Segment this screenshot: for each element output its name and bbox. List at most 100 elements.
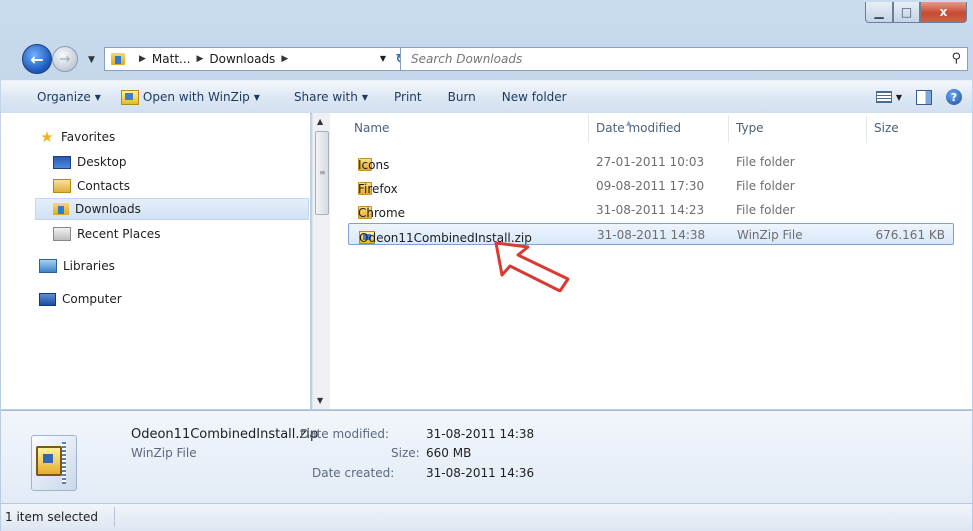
burn-label: Burn — [447, 90, 476, 104]
help-icon[interactable]: ? — [946, 89, 962, 105]
file-date: 31-08-2011 14:38 — [597, 228, 706, 242]
print-label: Print — [394, 90, 422, 104]
command-bar: Organize ▼ Open with WinZip ▼ Share with ▼ … — [1, 80, 972, 114]
nav-desktop[interactable]: Desktop — [53, 151, 127, 173]
change-view-icon[interactable] — [875, 91, 892, 103]
navigation-pane: ★ Favorites Desktop Contacts Downloads R… — [1, 113, 310, 409]
minimize-button[interactable]: ▁ — [865, 2, 893, 23]
file-type: File folder — [736, 179, 795, 193]
breadcrumb-item-downloads[interactable]: Downloads — [209, 52, 275, 66]
scroll-down-icon[interactable]: ▼ — [317, 396, 323, 405]
maximize-icon: □ — [900, 5, 913, 19]
scrollbar-thumb[interactable]: ≡ — [315, 131, 329, 215]
grip-icon: ≡ — [319, 168, 326, 177]
chevron-down-icon: ▼ — [361, 92, 368, 102]
maximize-button[interactable]: □ — [893, 2, 920, 23]
nav-libraries-label: Libraries — [63, 259, 115, 273]
file-row-icons[interactable]: Icons 27-01-2011 10:03 File folder — [348, 151, 954, 173]
nav-computer[interactable]: Computer — [39, 288, 122, 310]
scroll-up-icon[interactable]: ▲ — [317, 117, 323, 126]
column-divider[interactable] — [866, 115, 867, 143]
share-with-button[interactable]: Share with ▼ — [284, 81, 378, 113]
open-with-winzip-button[interactable]: Open with WinZip ▼ — [111, 81, 270, 113]
chevron-right-icon[interactable]: ▶ — [196, 54, 203, 64]
forward-button[interactable]: → — [52, 46, 78, 72]
new-folder-button[interactable]: New folder — [492, 81, 577, 113]
nav-downloads[interactable]: Downloads — [35, 198, 309, 220]
chevron-down-icon: ▼ — [94, 92, 101, 102]
desktop-icon — [53, 155, 71, 169]
nav-downloads-label: Downloads — [75, 202, 141, 216]
back-button[interactable]: ← — [22, 44, 52, 74]
nav-recent-places[interactable]: Recent Places — [53, 223, 160, 245]
contacts-icon — [53, 179, 71, 193]
file-row-firefox[interactable]: Firefox 09-08-2011 17:30 File folder — [348, 175, 954, 197]
caption-buttons: ▁ □ x — [865, 2, 967, 23]
minimize-icon: ▁ — [874, 5, 884, 19]
column-header-date-label: Date modified — [596, 121, 682, 135]
title-bar: ▁ □ x — [0, 0, 973, 34]
recent-places-icon — [53, 227, 71, 241]
search-input[interactable] — [409, 51, 913, 67]
status-text: 1 item selected — [5, 510, 99, 524]
details-file-name: Odeon11CombinedInstall.zip — [131, 427, 319, 442]
file-name: Firefox — [358, 182, 398, 196]
print-button[interactable]: Print — [384, 81, 432, 113]
chevron-down-icon[interactable]: ▼ — [896, 93, 902, 102]
chevron-right-icon[interactable]: ▶ — [281, 54, 288, 64]
file-row-chrome[interactable]: Chrome 31-08-2011 14:23 File folder — [348, 199, 954, 221]
details-pane: Odeon11CombinedInstall.zip WinZip File D… — [1, 410, 972, 504]
preview-pane-icon[interactable] — [916, 89, 932, 105]
file-type: File folder — [736, 203, 795, 217]
organize-button[interactable]: Organize ▼ — [27, 81, 111, 113]
close-icon: x — [939, 5, 948, 19]
search-icon[interactable]: ⚲ — [951, 51, 961, 66]
details-size-label: Size: — [391, 446, 420, 460]
column-divider[interactable] — [588, 115, 589, 143]
column-header-type[interactable]: Type — [736, 121, 764, 135]
file-name: Chrome — [358, 206, 406, 220]
address-row: ← → ▼ ▶ Matt... ▶ Downloads ▶ ▼ ↻ ⚲ — [0, 38, 973, 78]
column-header-size[interactable]: Size — [874, 121, 899, 135]
chevron-right-icon[interactable]: ▶ — [139, 54, 146, 64]
nav-favorites[interactable]: ★ Favorites — [39, 126, 115, 148]
open-with-label: Open with WinZip — [142, 90, 250, 104]
file-name: Icons — [358, 158, 390, 172]
search-box[interactable]: ⚲ — [400, 47, 968, 71]
zipper-icon — [62, 442, 66, 484]
forward-arrow-icon: → — [59, 51, 71, 67]
details-modified-value[interactable]: 31-08-2011 14:38 — [426, 427, 534, 441]
winzip-file-large-icon — [31, 435, 77, 491]
nav-libraries[interactable]: Libraries — [39, 255, 115, 277]
column-header-name[interactable]: Name — [354, 121, 389, 135]
nav-contacts[interactable]: Contacts — [53, 175, 130, 197]
nav-computer-label: Computer — [62, 292, 122, 306]
column-header-date[interactable]: Date modified ▲ — [596, 119, 682, 135]
breadcrumb: ▶ Matt... ▶ Downloads ▶ — [133, 52, 294, 66]
file-size: 676.161 KB — [875, 228, 945, 242]
details-created-value: 31-08-2011 14:36 — [426, 466, 535, 480]
recent-pages-dropdown[interactable]: ▼ — [88, 55, 95, 65]
details-created-label: Date created: — [312, 466, 395, 480]
burn-button[interactable]: Burn — [438, 81, 486, 113]
nav-desktop-label: Desktop — [77, 155, 127, 169]
file-type: WinZip File — [737, 228, 803, 242]
organize-label: Organize — [37, 90, 91, 104]
nav-favorites-label: Favorites — [61, 130, 116, 144]
chevron-down-icon: ▼ — [253, 92, 260, 102]
close-button[interactable]: x — [920, 2, 967, 23]
star-icon: ★ — [40, 128, 54, 146]
file-row-odeon-zip[interactable]: Odeon11CombinedInstall.zip 31-08-2011 14… — [348, 223, 954, 245]
address-bar[interactable]: ▶ Matt... ▶ Downloads ▶ ▼ — [104, 47, 391, 71]
status-bar: 1 item selected — [1, 503, 972, 531]
address-history-dropdown[interactable]: ▼ — [380, 54, 386, 63]
details-file-type: WinZip File — [131, 446, 197, 460]
winzip-icon — [120, 89, 139, 105]
libraries-icon — [39, 259, 57, 273]
details-modified-label: Date modified: — [300, 427, 390, 441]
breadcrumb-item-user[interactable]: Matt... — [152, 52, 191, 66]
details-size-value: 660 MB — [426, 446, 472, 460]
column-divider[interactable] — [728, 115, 729, 143]
nav-contacts-label: Contacts — [77, 179, 130, 193]
navigation-scrollbar[interactable]: ▲ ≡ ▼ — [312, 113, 330, 409]
